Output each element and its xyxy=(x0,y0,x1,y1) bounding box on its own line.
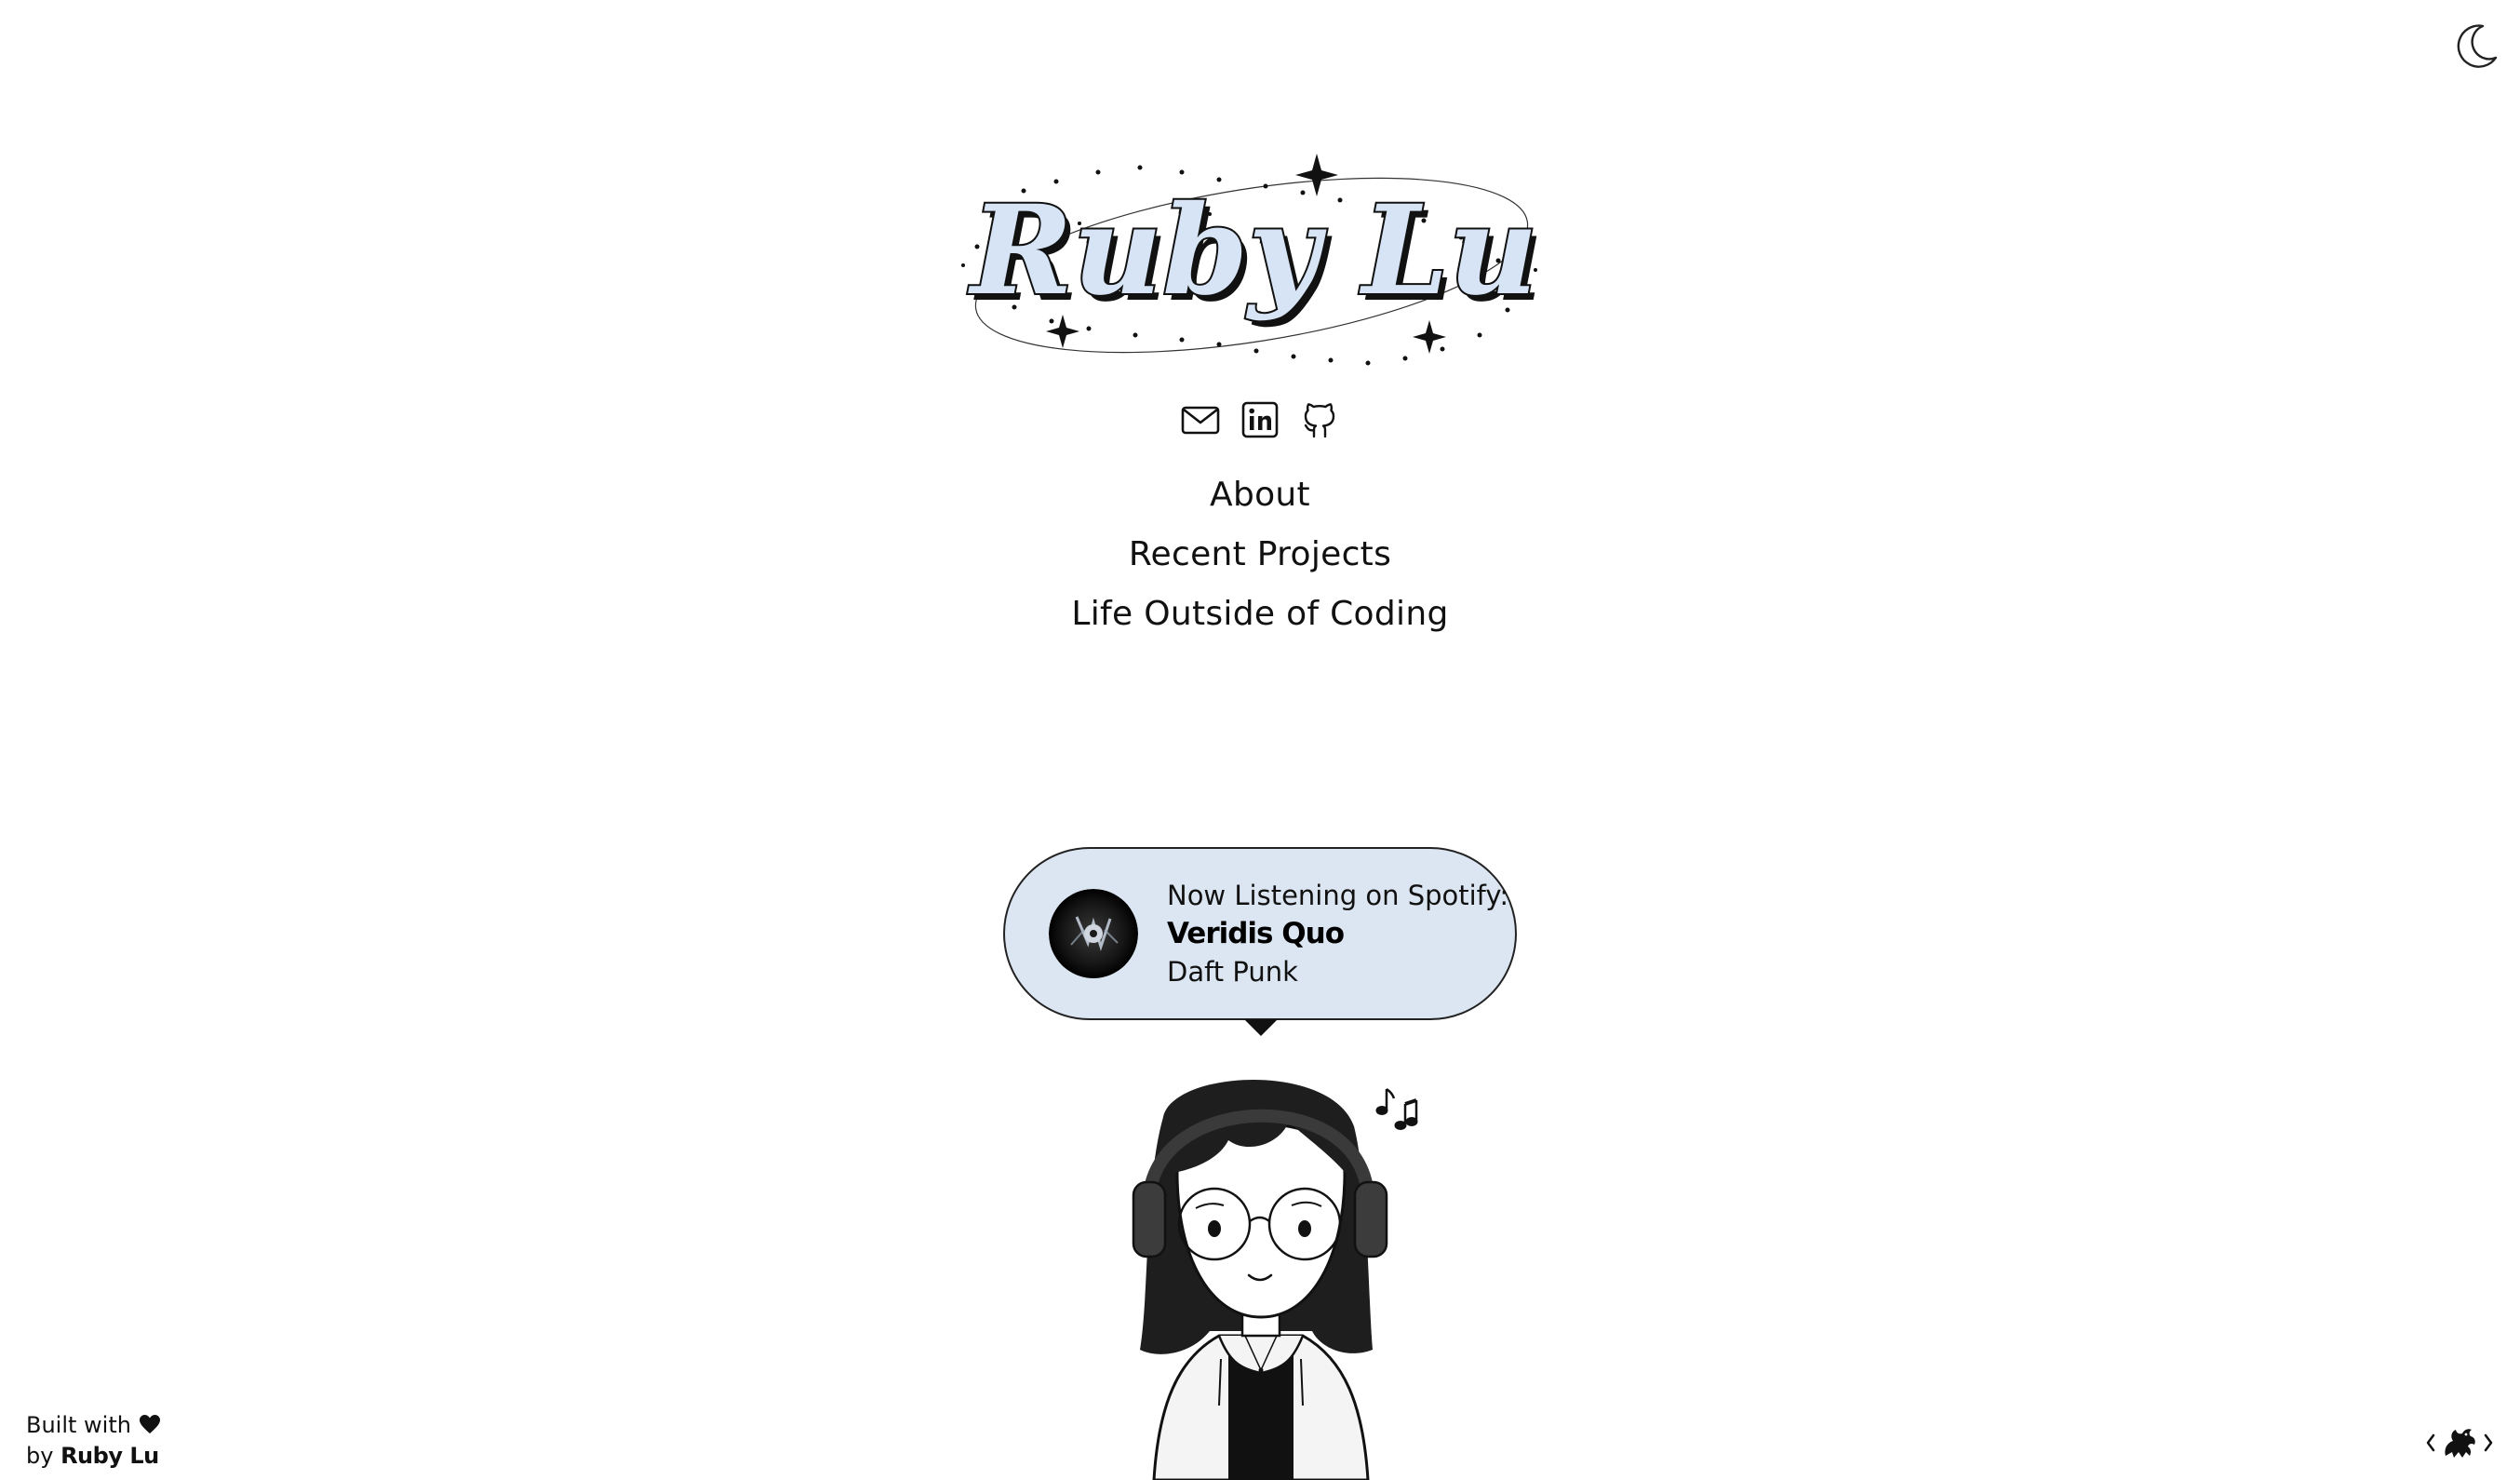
heart-icon xyxy=(139,1415,160,1433)
moon-icon xyxy=(2457,24,2498,68)
nav-link-life-outside-coding[interactable]: Life Outside of Coding xyxy=(1071,585,1448,644)
speech-bubble-tail xyxy=(1244,1019,1278,1036)
theme-toggle-button[interactable] xyxy=(2447,17,2503,73)
footer: Built with by Ruby Lu xyxy=(26,1410,161,1472)
now-playing-artist: Daft Punk xyxy=(1167,956,1298,988)
album-art-disc xyxy=(1049,889,1138,978)
by-text: by xyxy=(26,1443,54,1469)
footer-line-built-with: Built with xyxy=(26,1410,161,1441)
mail-icon xyxy=(1181,406,1220,435)
webring-badge[interactable] xyxy=(2425,1422,2494,1463)
github-icon xyxy=(1304,403,1335,438)
github-link[interactable] xyxy=(1299,399,1340,440)
built-with-text: Built with xyxy=(26,1412,131,1438)
author-name: Ruby Lu xyxy=(60,1443,159,1469)
girl-with-headphones-illustration xyxy=(1132,1080,1418,1480)
now-playing-label: Now Listening on Spotify: xyxy=(1167,880,1509,911)
character-illustration xyxy=(1089,1052,1433,1480)
footer-line-author: by Ruby Lu xyxy=(26,1441,161,1472)
svg-text:Ruby Lu: Ruby Lu xyxy=(967,179,1537,323)
linkedin-icon xyxy=(1241,401,1279,438)
page: Ruby Lu Ruby Lu About Recent Projects Li… xyxy=(0,0,2520,1480)
album-art xyxy=(1049,889,1138,978)
social-links xyxy=(1180,395,1347,445)
music-notes-icon xyxy=(1375,1087,1418,1130)
main-nav: About Recent Projects Life Outside of Co… xyxy=(888,465,1632,644)
nav-link-about[interactable]: About xyxy=(1210,465,1310,525)
nav-link-recent-projects[interactable]: Recent Projects xyxy=(1129,525,1391,585)
dragon-badge-icon xyxy=(2426,1429,2493,1458)
now-playing-track: Veridis Quo xyxy=(1167,917,1345,950)
mail-link[interactable] xyxy=(1180,399,1221,440)
site-logo[interactable]: Ruby Lu Ruby Lu xyxy=(958,144,1554,377)
linkedin-link[interactable] xyxy=(1240,399,1280,440)
